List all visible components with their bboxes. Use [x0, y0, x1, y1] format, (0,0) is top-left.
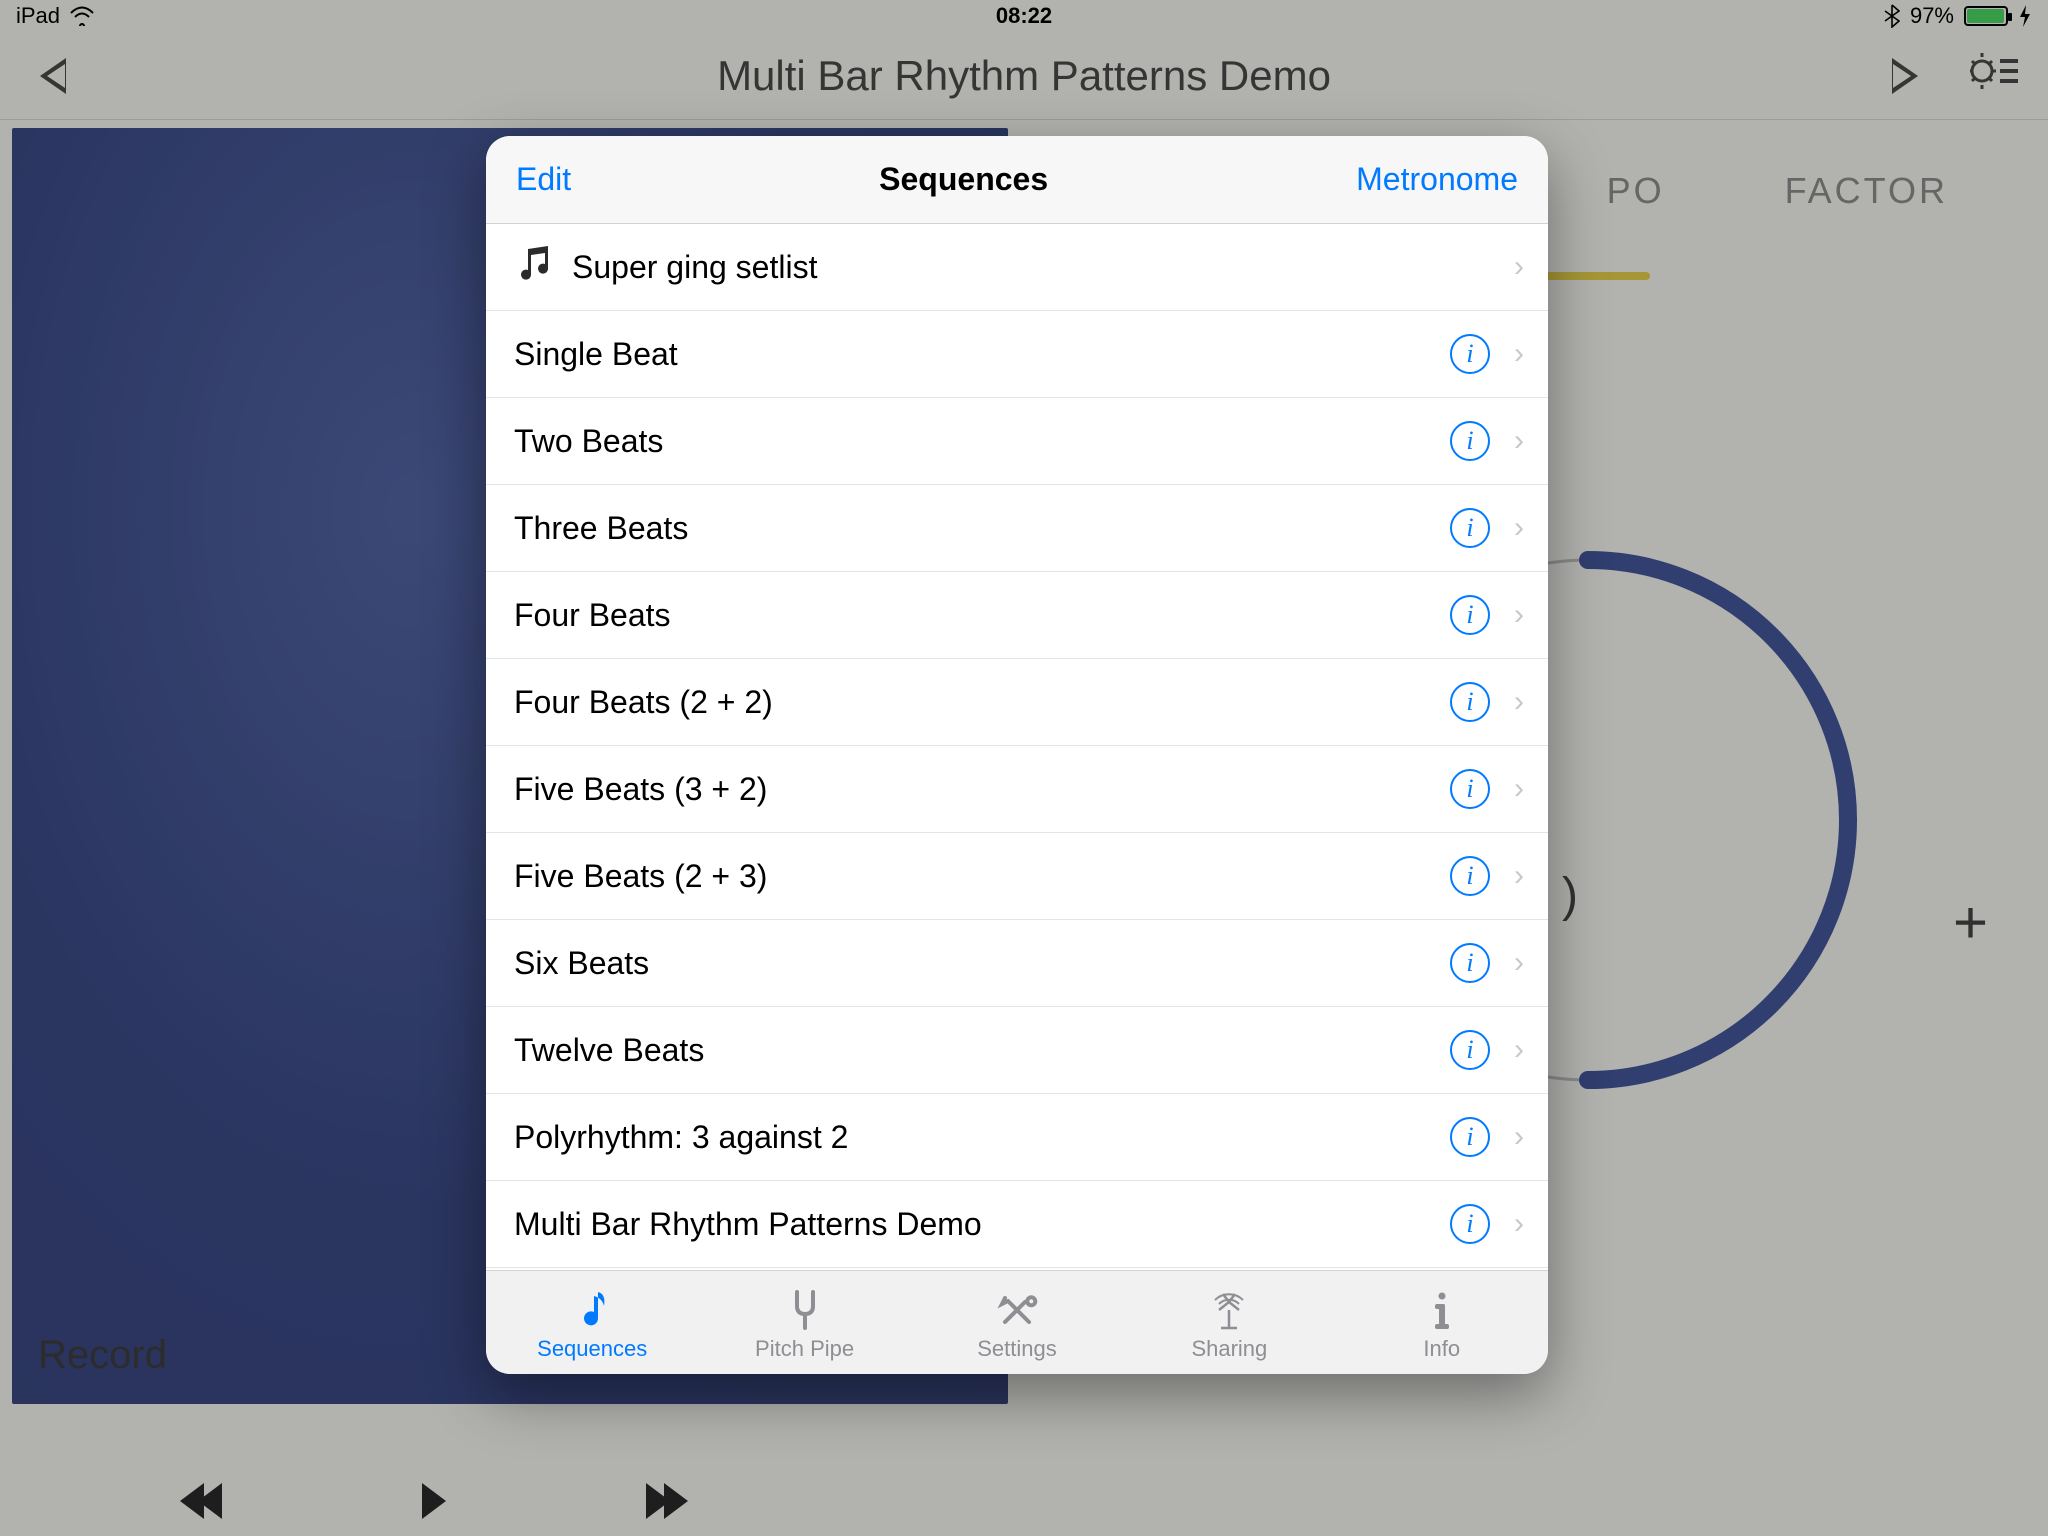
- sequence-row[interactable]: Five Beats (3 + 2) i ›: [486, 746, 1548, 833]
- sequence-row[interactable]: Twelve Beats i ›: [486, 1007, 1548, 1094]
- rewind-button[interactable]: [180, 1483, 222, 1524]
- charging-icon: [2018, 5, 2032, 27]
- info-button[interactable]: i: [1450, 421, 1490, 461]
- play-button[interactable]: [1892, 58, 1918, 94]
- sequence-label: Four Beats: [514, 597, 1432, 634]
- chevron-right-icon: ›: [1508, 1033, 1524, 1067]
- app-root: iPad 08:22 97% Multi Bar Rhythm Patterns…: [0, 0, 2048, 1536]
- popover-title: Sequences: [879, 161, 1048, 198]
- sequence-label: Twelve Beats: [514, 1032, 1432, 1069]
- bg-segmented-control: PO FACTOR: [1607, 170, 1948, 212]
- increase-button[interactable]: +: [1953, 888, 1988, 957]
- tools-icon: [995, 1284, 1039, 1332]
- play-transport-button[interactable]: [422, 1483, 446, 1524]
- music-note-icon: [570, 1284, 614, 1332]
- sequence-row[interactable]: Multi Bar Rhythm Patterns Demo i ›: [486, 1181, 1548, 1268]
- page-title: Multi Bar Rhythm Patterns Demo: [717, 52, 1331, 100]
- sequence-label: Two Beats: [514, 423, 1432, 460]
- settings-button[interactable]: [1970, 51, 2018, 101]
- chevron-right-icon: ›: [1508, 424, 1524, 458]
- metronome-button[interactable]: Metronome: [1356, 161, 1518, 198]
- chevron-right-icon: ›: [1508, 946, 1524, 980]
- edit-button[interactable]: Edit: [516, 161, 571, 198]
- sequence-label: Five Beats (3 + 2): [514, 771, 1432, 808]
- sequence-label: Single Beat: [514, 336, 1432, 373]
- info-button[interactable]: i: [1450, 595, 1490, 635]
- music-note-icon: [514, 243, 554, 291]
- tab-label: Pitch Pipe: [755, 1336, 854, 1362]
- popover-tabbar: Sequences Pitch Pipe Settings: [486, 1270, 1548, 1374]
- back-button[interactable]: [40, 58, 66, 94]
- sequence-row[interactable]: Polyrhythm: 3 against 2 i ›: [486, 1094, 1548, 1181]
- info-button[interactable]: i: [1450, 769, 1490, 809]
- tab-sharing[interactable]: Sharing: [1123, 1284, 1335, 1362]
- wifi-icon: [70, 6, 94, 26]
- tab-label: Sharing: [1191, 1336, 1267, 1362]
- sequence-label: Polyrhythm: 3 against 2: [514, 1119, 1432, 1156]
- info-button[interactable]: i: [1450, 1030, 1490, 1070]
- dial-zero: ): [1562, 868, 1578, 923]
- setlist-label: Super ging setlist: [572, 249, 1490, 286]
- tab-label: Sequences: [537, 1336, 647, 1362]
- sequence-row[interactable]: Two Beats i ›: [486, 398, 1548, 485]
- transport-controls: [180, 1483, 688, 1524]
- info-icon: [1420, 1284, 1464, 1332]
- sequences-list[interactable]: Super ging setlist › Single Beati›Two Be…: [486, 224, 1548, 1270]
- sequence-label: Four Beats (2 + 2): [514, 684, 1432, 721]
- sequence-row[interactable]: Six Beats i ›: [486, 920, 1548, 1007]
- info-button[interactable]: i: [1450, 508, 1490, 548]
- tab-label: Settings: [977, 1336, 1057, 1362]
- tab-settings[interactable]: Settings: [911, 1284, 1123, 1362]
- sequence-row[interactable]: Three Beats i ›: [486, 485, 1548, 572]
- tab-label: Info: [1423, 1336, 1460, 1362]
- sequence-label: Multi Bar Rhythm Patterns Demo: [514, 1206, 1432, 1243]
- chevron-right-icon: ›: [1508, 1207, 1524, 1241]
- sequence-row[interactable]: Four Beats i ›: [486, 572, 1548, 659]
- chevron-right-icon: ›: [1508, 859, 1524, 893]
- tab-sequences[interactable]: Sequences: [486, 1284, 698, 1362]
- chevron-right-icon: ›: [1508, 598, 1524, 632]
- sequences-popover: Edit Sequences Metronome Super ging setl…: [486, 136, 1548, 1374]
- chevron-right-icon: ›: [1508, 685, 1524, 719]
- app-header: Multi Bar Rhythm Patterns Demo: [0, 32, 2048, 120]
- info-button[interactable]: i: [1450, 334, 1490, 374]
- setlist-row[interactable]: Super ging setlist ›: [486, 224, 1548, 311]
- chevron-right-icon: ›: [1508, 250, 1524, 284]
- info-button[interactable]: i: [1450, 943, 1490, 983]
- broadcast-icon: [1207, 1284, 1251, 1332]
- info-button[interactable]: i: [1450, 682, 1490, 722]
- tab-factor[interactable]: FACTOR: [1785, 170, 1948, 212]
- device-label: iPad: [16, 3, 60, 29]
- sequence-label: Six Beats: [514, 945, 1432, 982]
- sequence-row[interactable]: Single Beat i ›: [486, 311, 1548, 398]
- info-button[interactable]: i: [1450, 856, 1490, 896]
- tab-pitch-pipe[interactable]: Pitch Pipe: [698, 1284, 910, 1362]
- tab-tempo[interactable]: PO: [1607, 170, 1665, 212]
- status-bar: iPad 08:22 97%: [0, 0, 2048, 32]
- sequence-row[interactable]: Five Beats (2 + 3) i ›: [486, 833, 1548, 920]
- fast-forward-button[interactable]: [646, 1483, 688, 1524]
- chevron-right-icon: ›: [1508, 511, 1524, 545]
- info-button[interactable]: i: [1450, 1204, 1490, 1244]
- sequence-row[interactable]: Four Beats (2 + 2) i ›: [486, 659, 1548, 746]
- battery-pct: 97%: [1910, 3, 1954, 29]
- status-time: 08:22: [996, 3, 1052, 29]
- record-label: Record: [38, 1333, 167, 1378]
- info-button[interactable]: i: [1450, 1117, 1490, 1157]
- tab-info[interactable]: Info: [1336, 1284, 1548, 1362]
- battery-icon: [1964, 6, 2008, 26]
- sequence-label: Three Beats: [514, 510, 1432, 547]
- bluetooth-icon: [1884, 4, 1900, 28]
- chevron-right-icon: ›: [1508, 1120, 1524, 1154]
- chevron-right-icon: ›: [1508, 772, 1524, 806]
- sequence-label: Five Beats (2 + 3): [514, 858, 1432, 895]
- chevron-right-icon: ›: [1508, 337, 1524, 371]
- tuning-fork-icon: [783, 1284, 827, 1332]
- popover-header: Edit Sequences Metronome: [486, 136, 1548, 224]
